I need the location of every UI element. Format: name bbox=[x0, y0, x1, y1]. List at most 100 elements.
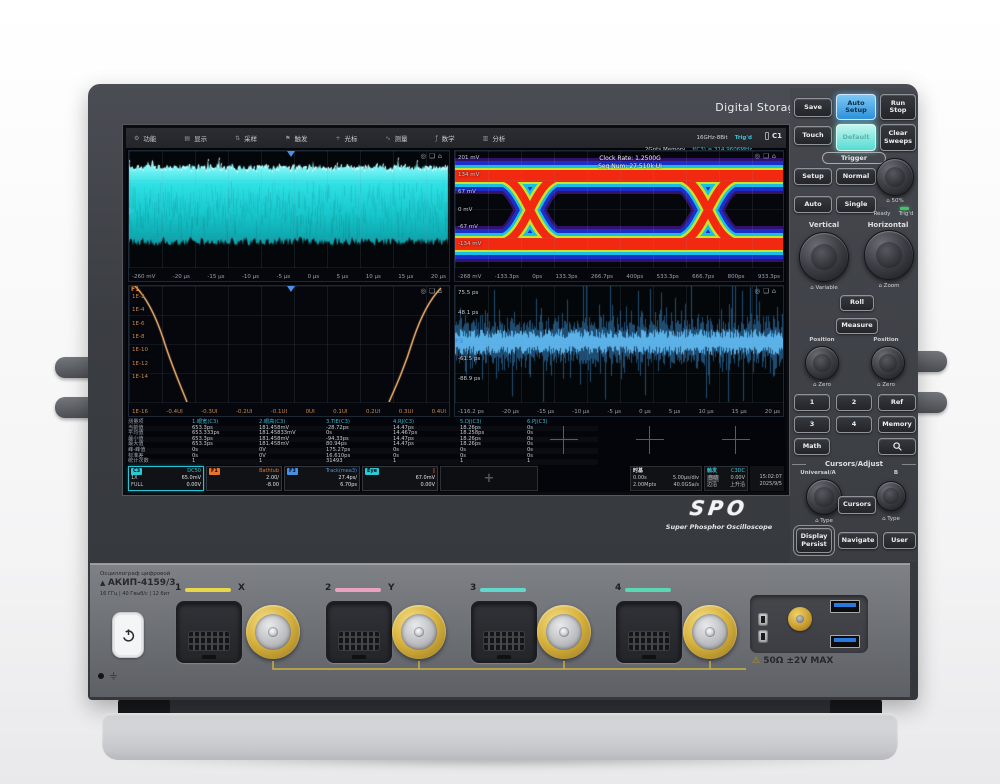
auto-setup-button[interactable]: Auto Setup bbox=[836, 94, 876, 120]
ref-button[interactable]: Ref bbox=[878, 394, 916, 411]
tick-label: 67 mV bbox=[458, 189, 481, 195]
trigger-auto-button[interactable]: Auto bbox=[794, 196, 832, 213]
channel-4-button[interactable]: 4 bbox=[836, 416, 872, 433]
memory-button[interactable]: Memory bbox=[878, 416, 916, 433]
menu-item-trigger[interactable]: ⚑触发 bbox=[285, 133, 307, 143]
fullscreen-icon[interactable]: ❏ bbox=[763, 287, 772, 295]
pin-icon[interactable]: ⌂ bbox=[772, 152, 779, 160]
type-label-right: ⌂ Type bbox=[874, 516, 908, 522]
search-button[interactable] bbox=[878, 438, 916, 455]
menu-item-acquire[interactable]: ⇅采样 bbox=[235, 133, 257, 143]
add-measurement-slot[interactable] bbox=[722, 426, 750, 454]
camera-icon[interactable]: ◎ bbox=[420, 152, 429, 160]
clear-sweeps-button[interactable]: Clear Sweeps bbox=[880, 124, 916, 151]
display-persist-button[interactable]: Display Persist bbox=[796, 528, 832, 553]
trigger-position-marker[interactable] bbox=[287, 151, 295, 157]
usb-port-2[interactable] bbox=[830, 635, 860, 648]
eye-diagram-panel[interactable]: Clock Rate: 1.2500G Seq Num: 27.510k UI … bbox=[454, 150, 784, 282]
camera-icon[interactable]: ◎ bbox=[420, 287, 429, 295]
b-knob[interactable] bbox=[876, 481, 906, 511]
cursors-button[interactable]: Cursors bbox=[838, 496, 876, 514]
tick-label: 0.3UI bbox=[399, 409, 413, 415]
horizontal-scale-knob[interactable] bbox=[864, 230, 914, 280]
bathtub-panel[interactable]: F1 1E-21E-41E-61E-81E-101E-121E-14 ◎❏⌂ 1… bbox=[128, 285, 450, 417]
b-knob-label: B bbox=[884, 470, 908, 476]
table-cell: 1 bbox=[527, 459, 594, 465]
user-button[interactable]: User bbox=[883, 532, 916, 549]
waveform-panel-ch3[interactable]: ◎❏⌂ -260 mV-20 μs-15 μs-10 μs-5 μs0 μs5 … bbox=[128, 150, 450, 282]
gear-icon: ⚙ bbox=[134, 135, 139, 142]
trigger-box[interactable]: 触发C3DC 自动0.00V 边沿上升沿 bbox=[704, 466, 748, 491]
channel-box-f1[interactable]: F1Bathtub 2.00/ -8.00 bbox=[206, 466, 282, 491]
fullscreen-icon[interactable]: ❏ bbox=[429, 287, 438, 295]
fullscreen-icon[interactable]: ❏ bbox=[763, 152, 772, 160]
bathtub-curve bbox=[129, 286, 449, 402]
usb-port-1[interactable] bbox=[830, 600, 860, 613]
channel-box-c3[interactable]: C3DC50 1X65.0mV FULL0.00V bbox=[128, 466, 204, 491]
menu-item-gear[interactable]: ⚙功能 bbox=[134, 133, 156, 143]
math-button[interactable]: Math bbox=[794, 438, 830, 455]
panel-toolbar[interactable]: ◎❏⌂ bbox=[754, 152, 779, 160]
vertical-position-knob[interactable] bbox=[805, 346, 839, 380]
ready-led bbox=[878, 207, 887, 210]
channel-box-f3[interactable]: F3Track(mea3) 27.4ps/ 6.70ps bbox=[284, 466, 360, 491]
add-channel-slot[interactable]: + bbox=[440, 466, 538, 491]
brand-logo: SPO Super Phosphor Oscilloscope bbox=[653, 496, 785, 531]
horizontal-position-knob[interactable] bbox=[871, 346, 905, 380]
run-stop-button[interactable]: Run Stop bbox=[880, 94, 916, 120]
panel-toolbar[interactable]: ◎❏⌂ bbox=[420, 287, 445, 295]
screen[interactable]: ⚙功能▤显示⇅采样⚑触发+光标∿测量ƒ数学▥分析 16GHz-8BitTrig'… bbox=[126, 128, 786, 492]
channel-box-eye[interactable]: Eye‖ 67.0mV 0.00V bbox=[362, 466, 438, 491]
sma-connector[interactable] bbox=[788, 607, 812, 631]
math-icon: ƒ bbox=[436, 135, 438, 142]
trigger-level-knob[interactable] bbox=[876, 158, 914, 196]
universal-a-knob[interactable] bbox=[806, 479, 842, 515]
trigger-normal-button[interactable]: Normal bbox=[836, 168, 876, 185]
channel-2-button[interactable]: 2 bbox=[836, 394, 872, 411]
vertical-scale-knob[interactable] bbox=[799, 232, 849, 282]
channel-3-button[interactable]: 3 bbox=[794, 416, 830, 433]
add-measurement-slot[interactable] bbox=[636, 426, 664, 454]
panel-toolbar[interactable]: ◎❏⌂ bbox=[754, 287, 779, 295]
trigger-setup-button[interactable]: Setup bbox=[794, 168, 832, 185]
measure-button[interactable]: Measure bbox=[836, 318, 878, 334]
trigger-icon: ⚑ bbox=[285, 135, 290, 142]
cursor-icon: + bbox=[335, 135, 340, 142]
tick-label: -0.1UI bbox=[271, 409, 287, 415]
menu-item-display[interactable]: ▤显示 bbox=[184, 133, 207, 143]
add-measurement-slot[interactable] bbox=[550, 426, 578, 454]
menu-item-math[interactable]: ƒ数学 bbox=[436, 133, 455, 143]
channel-1-button[interactable]: 1 bbox=[794, 394, 830, 411]
save-button[interactable]: Save bbox=[794, 98, 832, 117]
tick-label: -20 μs bbox=[173, 274, 190, 280]
menu-item-label: 测量 bbox=[395, 133, 408, 143]
menu-item-measure[interactable]: ∿测量 bbox=[386, 133, 408, 143]
fullscreen-icon[interactable]: ❏ bbox=[429, 152, 438, 160]
zero-label-right: ⌂ Zero bbox=[862, 382, 910, 388]
trigger-position-marker[interactable] bbox=[287, 286, 295, 292]
timebase-box[interactable]: 时基 0.00s5.00μs/div 2.00Mpts40.0GSa/s bbox=[630, 466, 702, 491]
pin-icon[interactable]: ⌂ bbox=[438, 152, 445, 160]
eye-stats: Clock Rate: 1.2500G Seq Num: 27.510k UI bbox=[545, 155, 715, 171]
jitter-track-panel[interactable]: F3 75.5 ps48.1 ps-61.5 ps-88.9 ps ◎❏⌂ -1… bbox=[454, 285, 784, 417]
touch-button[interactable]: Touch bbox=[794, 126, 832, 145]
pin-icon[interactable]: ⌂ bbox=[438, 287, 445, 295]
table-cell: 1 bbox=[192, 459, 259, 465]
panel-toolbar[interactable]: ◎❏⌂ bbox=[420, 152, 445, 160]
menu-item-analysis[interactable]: ▥分析 bbox=[483, 133, 506, 143]
active-channel-chip[interactable]: C1 bbox=[765, 132, 782, 140]
measurement-table[interactable]: 测量项1.眼宽(C3)2.眼高(C3)3.TIE(C3)4.RJ(C3)5.DJ… bbox=[128, 420, 598, 465]
tick-label: 0 μs bbox=[639, 409, 651, 415]
aux-output-2[interactable] bbox=[758, 630, 768, 643]
camera-icon[interactable]: ◎ bbox=[754, 287, 763, 295]
navigate-button[interactable]: Navigate bbox=[838, 532, 878, 549]
aux-output-1[interactable] bbox=[758, 613, 768, 626]
menu-item-cursor[interactable]: +光标 bbox=[335, 133, 357, 143]
menu-item-label: 采样 bbox=[244, 133, 257, 143]
roll-button[interactable]: Roll bbox=[840, 295, 874, 311]
default-button[interactable]: Default bbox=[836, 124, 876, 151]
camera-icon[interactable]: ◎ bbox=[754, 152, 763, 160]
tick-label: -88.9 ps bbox=[458, 376, 480, 382]
pin-icon[interactable]: ⌂ bbox=[772, 287, 779, 295]
tick-label: 266.7ps bbox=[591, 274, 613, 280]
